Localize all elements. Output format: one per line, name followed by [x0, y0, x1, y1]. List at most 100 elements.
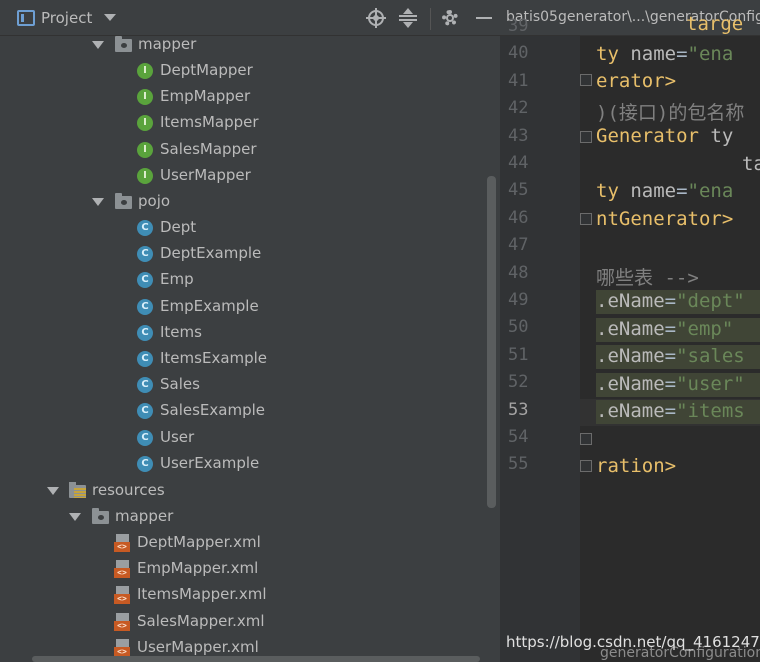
- tree-node-xml[interactable]: <> ItemsMapper.xml: [0, 582, 485, 608]
- code-line[interactable]: .eName="emp": [596, 318, 733, 345]
- tree-node-xml[interactable]: <> SalesMapper.xml: [0, 609, 485, 635]
- class-icon: C: [137, 272, 153, 289]
- resources-folder-icon: [69, 482, 86, 498]
- interface-icon: I: [137, 63, 153, 79]
- vertical-scrollbar[interactable]: [487, 176, 496, 508]
- tree-node-interface[interactable]: I ItemsMapper: [0, 110, 485, 136]
- tree-node-pojo-package[interactable]: pojo: [0, 189, 485, 215]
- code-line[interactable]: .eName="dept": [596, 290, 745, 317]
- fold-marker-icon[interactable]: [580, 460, 592, 472]
- tree-node-label: Emp: [160, 270, 194, 289]
- line-number: 44: [508, 153, 529, 173]
- fold-marker-icon[interactable]: [580, 213, 592, 225]
- code-line[interactable]: ty name="ena: [596, 43, 733, 70]
- tree-node-label: SalesMapper: [160, 139, 257, 158]
- tree-node-class[interactable]: C EmpExample: [0, 294, 485, 320]
- code-line[interactable]: .eName="items: [596, 400, 745, 427]
- xml-file-icon: <>: [114, 612, 130, 631]
- tree-node-interface[interactable]: I EmpMapper: [0, 84, 485, 110]
- line-number: 43: [508, 125, 529, 146]
- tree-node-label: Items: [160, 322, 202, 341]
- code-line[interactable]: )(接口)的包名称: [596, 98, 744, 125]
- tree-node-interface[interactable]: I UserMapper: [0, 163, 485, 189]
- class-icon: C: [137, 403, 153, 420]
- package-icon: [115, 193, 132, 209]
- tree-node-class[interactable]: C Emp: [0, 267, 485, 293]
- line-number: 51: [508, 344, 529, 365]
- folder-icon: [92, 508, 109, 524]
- tree-node-label: resources: [92, 481, 165, 499]
- expand-arrow-icon[interactable]: [69, 513, 81, 521]
- code-line[interactable]: erator>: [596, 70, 676, 97]
- tree-node-label: mapper: [115, 507, 174, 525]
- project-panel: Project mapper I DeptMapper I EmpMapper I Ite…: [0, 0, 500, 662]
- tree-node-class[interactable]: C Sales: [0, 372, 485, 398]
- tree-node-resources[interactable]: resources: [0, 478, 485, 504]
- tree-node-class[interactable]: C ItemsExample: [0, 346, 485, 372]
- tree-node-label: EmpMapper.xml: [137, 559, 259, 578]
- class-icon: C: [137, 377, 153, 394]
- chevron-down-icon[interactable]: [104, 14, 116, 21]
- tree-node-label: DeptMapper.xml: [137, 533, 261, 551]
- class-icon: C: [137, 324, 153, 341]
- project-view-icon: [17, 10, 35, 26]
- fold-marker-icon[interactable]: [580, 433, 592, 445]
- project-view-title[interactable]: Project: [41, 9, 92, 27]
- gear-icon[interactable]: [440, 8, 460, 28]
- tree-node-class[interactable]: C Dept: [0, 215, 485, 241]
- code-line[interactable]: ration>: [596, 455, 676, 482]
- tree-node-interface[interactable]: I DeptMapper: [0, 58, 485, 84]
- tree-node-class[interactable]: C SalesExample: [0, 398, 485, 424]
- tree-node-xml[interactable]: <> DeptMapper.xml: [0, 530, 485, 556]
- class-icon: C: [137, 298, 153, 315]
- xml-file-icon: <>: [114, 560, 130, 579]
- tree-node-class[interactable]: C User: [0, 425, 485, 451]
- line-number: 48: [508, 262, 529, 283]
- tree-node-label: UserMapper.xml: [137, 637, 259, 656]
- project-panel-header: Project: [0, 0, 500, 36]
- line-number: 39: [508, 16, 529, 36]
- fold-marker-icon[interactable]: [580, 131, 592, 143]
- horizontal-scrollbar[interactable]: [32, 656, 480, 662]
- line-number: 52: [508, 372, 529, 393]
- line-number: 50: [508, 317, 529, 338]
- class-icon: C: [137, 220, 153, 236]
- line-number: 46: [508, 207, 529, 228]
- code-line[interactable]: ty name="ena: [596, 180, 733, 207]
- code-line[interactable]: Generator ty: [596, 125, 733, 152]
- tree-node-class[interactable]: C Items: [0, 320, 485, 346]
- tree-node-interface[interactable]: I SalesMapper: [0, 137, 485, 163]
- code-line[interactable]: .eName="sales: [596, 345, 745, 372]
- package-icon: [115, 36, 132, 52]
- tree-node-xml[interactable]: <> EmpMapper.xml: [0, 556, 485, 582]
- tree-node-resources-mapper[interactable]: mapper: [0, 504, 485, 530]
- fold-marker-icon[interactable]: [580, 74, 592, 86]
- code-line[interactable]: 哪些表 -->: [596, 263, 699, 290]
- tree-node-mapper-package[interactable]: mapper: [0, 32, 485, 58]
- code-line[interactable]: targe: [596, 13, 743, 40]
- code-line[interactable]: ntGenerator>: [596, 208, 733, 235]
- tree-node-label: DeptExample: [160, 244, 262, 263]
- locate-file-icon[interactable]: [366, 8, 386, 28]
- tree-node-label: UserExample: [160, 453, 260, 472]
- code-line[interactable]: .eName="user": [596, 373, 745, 400]
- line-number: 41: [508, 70, 529, 91]
- watermark-text: https://blog.csdn.net/qq_41612479.: [506, 633, 760, 651]
- tree-node-class[interactable]: C UserExample: [0, 451, 485, 477]
- tree-node-label: Dept: [160, 218, 197, 236]
- code-editor: batis05generator\...\generatorConfigurat…: [500, 0, 760, 662]
- collapse-all-icon[interactable]: [398, 8, 418, 28]
- xml-file-icon: <>: [114, 638, 130, 657]
- tree-node-label: pojo: [138, 192, 171, 210]
- expand-arrow-icon[interactable]: [92, 198, 104, 206]
- interface-icon: I: [137, 115, 153, 132]
- xml-file-icon: <>: [114, 534, 130, 552]
- tree-node-class[interactable]: C DeptExample: [0, 241, 485, 267]
- line-number: 40: [508, 43, 529, 64]
- expand-arrow-icon[interactable]: [92, 41, 104, 49]
- line-number: 47: [508, 235, 529, 256]
- expand-arrow-icon[interactable]: [47, 487, 59, 495]
- minimize-icon[interactable]: [474, 8, 494, 28]
- editor-scroll-area: [736, 36, 760, 616]
- interface-icon: I: [137, 141, 153, 158]
